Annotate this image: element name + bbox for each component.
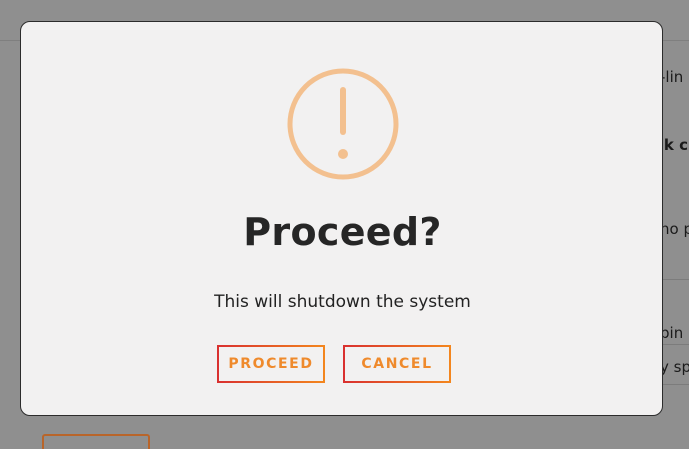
proceed-button[interactable]: PROCEED <box>217 345 325 383</box>
cancel-button[interactable]: CANCEL <box>343 345 451 383</box>
warning-exclamation-icon <box>287 68 399 180</box>
confirm-dialog: Proceed? This will shutdown the system P… <box>20 21 663 416</box>
dialog-message: This will shutdown the system <box>214 292 471 312</box>
dialog-title: Proceed? <box>243 210 442 254</box>
